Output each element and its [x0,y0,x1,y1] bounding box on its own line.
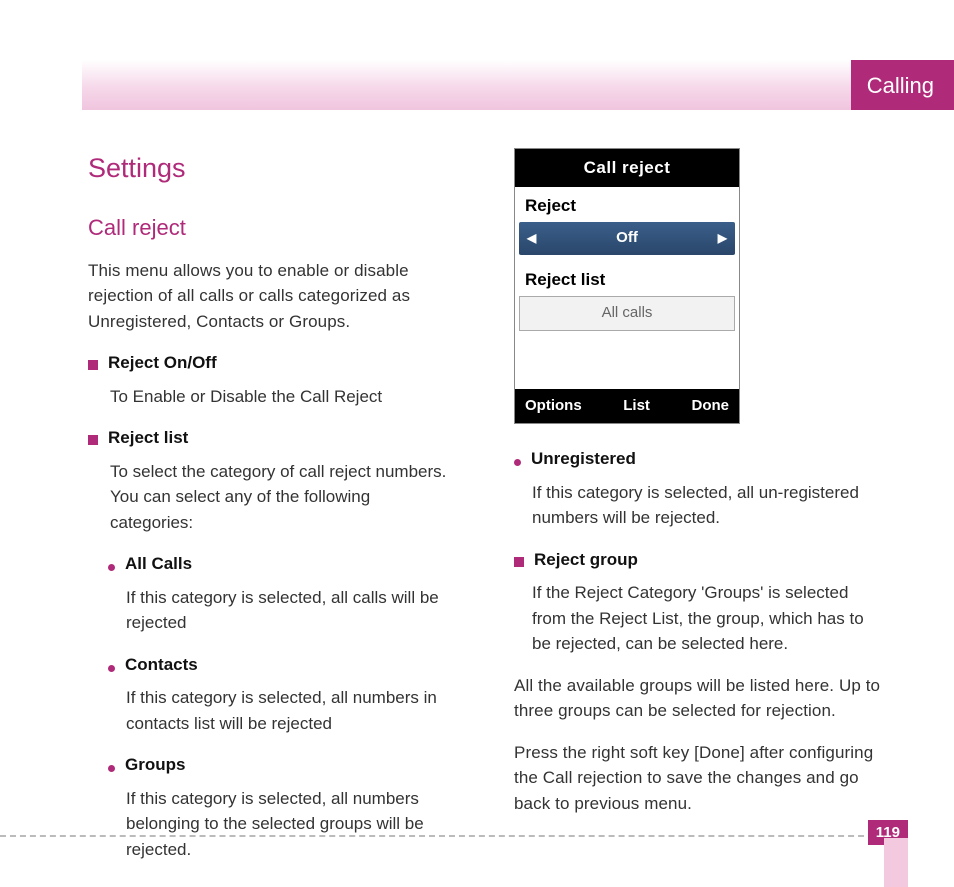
phone-selector-reject[interactable]: ◀ Off ▶ [519,222,735,255]
footer-strip [884,838,908,887]
sub-items: All Calls If this category is selected, … [108,551,458,862]
left-column: Settings Call reject This menu allows yo… [88,148,458,827]
header-bar: Calling [82,60,954,110]
sub-item-desc: If this category is selected, all number… [126,786,458,863]
intro-paragraph: This menu allows you to enable or disabl… [88,258,458,335]
content-area: Settings Call reject This menu allows yo… [88,148,884,827]
subsection-title: Call reject [88,211,458,244]
phone-selector-value: Off [616,227,638,250]
dot-bullet-icon [108,665,115,672]
square-bullet-icon [88,435,98,445]
item-title: Reject group [534,547,638,573]
item-desc: To Enable or Disable the Call Reject [110,384,458,410]
phone-softkey-bar: Options List Done [515,389,739,424]
dot-bullet-icon [108,765,115,772]
phone-label-reject: Reject [515,187,739,223]
right-items: Unregistered If this category is selecte… [514,446,884,657]
closing-paragraph: All the available groups will be listed … [514,673,884,724]
closing-paragraph: Press the right soft key [Done] after co… [514,740,884,817]
header-gradient [82,60,851,110]
list-item: Reject group If the Reject Category 'Gro… [514,547,884,657]
softkey-options[interactable]: Options [525,395,582,418]
square-bullet-icon [514,557,524,567]
dot-bullet-icon [108,564,115,571]
header-tab: Calling [851,60,954,110]
sub-item-desc: If this category is selected, all un-reg… [532,480,884,531]
phone-mockup: Call reject Reject ◀ Off ▶ Reject list A… [514,148,740,424]
section-title: Settings [88,148,458,189]
arrow-right-icon[interactable]: ▶ [718,229,727,247]
list-item: Reject list To select the category of ca… [88,425,458,862]
softkey-list[interactable]: List [623,395,650,418]
item-desc: If the Reject Category 'Groups' is selec… [532,580,884,657]
sub-item-desc: If this category is selected, all calls … [126,585,458,636]
list-sub-item: All Calls If this category is selected, … [108,551,458,636]
list-sub-item: Unregistered If this category is selecte… [514,446,884,531]
sub-item-desc: If this category is selected, all number… [126,685,458,736]
item-title: Reject list [108,425,188,451]
phone-label-reject-list: Reject list [515,261,739,297]
item-title: Reject On/Off [108,350,217,376]
item-desc: To select the category of call reject nu… [110,459,458,536]
phone-screen-title: Call reject [515,149,739,187]
square-bullet-icon [88,360,98,370]
phone-empty-area [515,337,739,389]
sub-item-title: Unregistered [531,446,636,472]
list-sub-item: Contacts If this category is selected, a… [108,652,458,737]
dot-bullet-icon [514,459,521,466]
arrow-left-icon[interactable]: ◀ [527,229,536,247]
sub-item-title: Contacts [125,652,198,678]
footer-dashed-line [0,835,884,837]
softkey-done[interactable]: Done [692,395,730,418]
sub-item-title: Groups [125,752,185,778]
phone-reject-list-field[interactable]: All calls [519,296,735,331]
sub-item-title: All Calls [125,551,192,577]
right-column: Call reject Reject ◀ Off ▶ Reject list A… [514,148,884,827]
list-item: Reject On/Off To Enable or Disable the C… [88,350,458,409]
list-sub-item: Groups If this category is selected, all… [108,752,458,862]
